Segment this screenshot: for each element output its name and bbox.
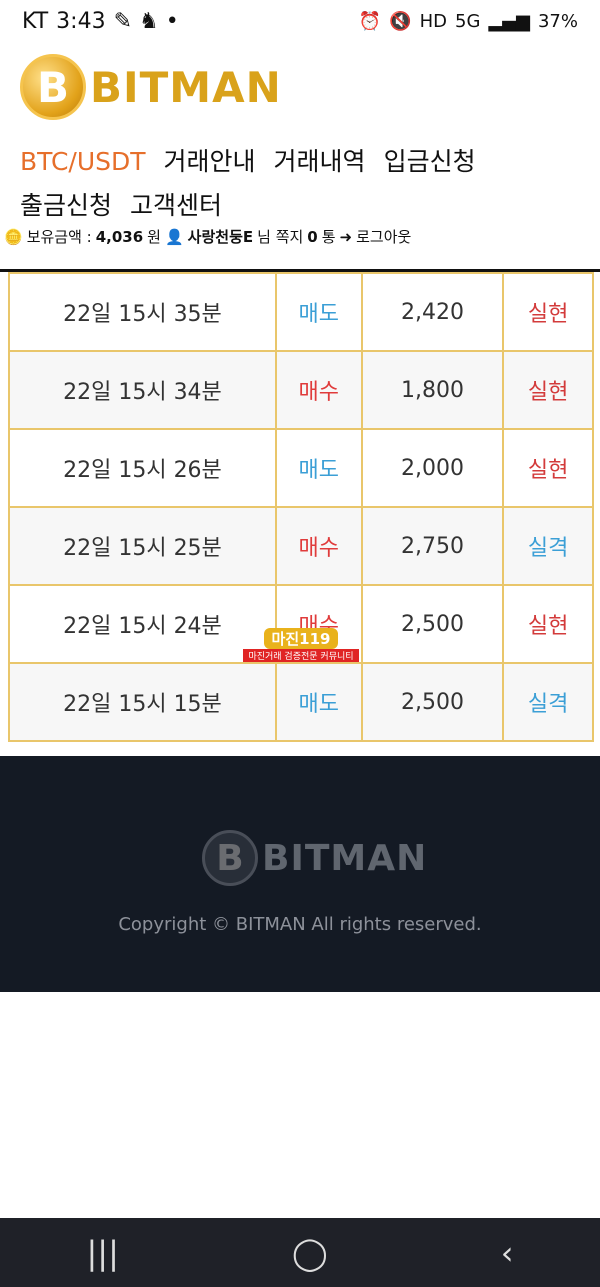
clock: 3:43 <box>56 8 106 34</box>
logout-icon: ➜ <box>339 227 353 246</box>
trade-amount: 2,000 <box>360 428 505 508</box>
balance-label: 보유금액 : <box>26 228 92 246</box>
table-row: 22일 15시 15분 매도 2,500 실격 <box>8 662 594 742</box>
brand-name: BITMAN <box>90 62 282 112</box>
footer: B BITMAN Copyright © BITMAN All rights r… <box>0 756 600 992</box>
battery-level: 37% <box>537 10 578 32</box>
nav-support[interactable]: 고객센터 <box>130 184 222 228</box>
nav-btc-usdt[interactable]: BTC/USDT <box>20 140 146 184</box>
trade-result: 실현 <box>502 428 594 508</box>
hd-badge: HD <box>419 10 448 32</box>
trade-amount: 2,750 <box>360 506 505 586</box>
nav-withdraw[interactable]: 출금신청 <box>20 184 112 228</box>
trade-type: 매수 <box>274 506 363 586</box>
main-nav: BTC/USDT 거래안내 거래내역 입금신청출금신청 고객센터 <box>20 140 585 228</box>
logout-link[interactable]: 로그아웃 <box>356 226 411 247</box>
recent-apps-icon[interactable]: ||| <box>87 1234 119 1272</box>
network-badge: 5G <box>455 10 481 32</box>
trade-amount: 1,800 <box>360 350 505 430</box>
mute-icon: 🔇 <box>389 10 412 32</box>
trade-time: 22일 15시 25분 <box>8 506 277 586</box>
trade-amount: 2,500 <box>360 584 505 664</box>
trade-type: 매도 <box>274 662 363 742</box>
copyright: Copyright © BITMAN All rights reserved. <box>118 914 482 935</box>
header: B BITMAN BTC/USDT 거래안내 거래내역 입금신청출금신청 고객센터 🪙 … <box>0 42 600 272</box>
footer-logo: B BITMAN <box>202 830 427 886</box>
trade-amount: 2,500 <box>360 662 505 742</box>
currency-label: 원 <box>147 228 161 246</box>
trade-type: 매도 <box>274 428 363 508</box>
trade-time: 22일 15시 35분 <box>8 272 277 352</box>
nav-trade-history[interactable]: 거래내역 <box>274 140 366 184</box>
trade-time: 22일 15시 15분 <box>8 662 277 742</box>
trade-amount: 2,420 <box>360 272 505 352</box>
notification-icon: ✎ ♞ • <box>113 8 179 34</box>
brand-logo[interactable]: B BITMAN <box>20 54 282 120</box>
message-label: 님 쪽지 <box>257 228 304 246</box>
table-row: 22일 15시 34분 매수 1,800 실현 <box>8 350 594 430</box>
watermark-caption: 마진거래 검증전문 커뮤니티 <box>243 649 359 662</box>
table-row: 22일 15시 26분 매도 2,000 실현 <box>8 428 594 508</box>
message-unit: 통 <box>321 228 336 246</box>
home-icon[interactable]: ◯ <box>292 1234 328 1272</box>
username: 사랑천둥E <box>187 228 254 246</box>
system-navigation: ||| ◯ ‹ <box>0 1218 600 1287</box>
trade-result: 실현 <box>502 584 594 664</box>
nav-deposit[interactable]: 입금신청 <box>384 140 476 184</box>
trade-result: 실격 <box>502 662 594 742</box>
trade-result: 실현 <box>502 350 594 430</box>
footer-brand: BITMAN <box>262 837 428 879</box>
trade-result: 실현 <box>502 272 594 352</box>
nav-trade-guide[interactable]: 거래안내 <box>164 140 256 184</box>
trade-history-table: 22일 15시 35분 매도 2,420 실현 22일 15시 34분 매수 1… <box>8 272 594 742</box>
bitcoin-icon: B <box>20 54 86 120</box>
user-bar: 🪙 보유금액 : 4,036 원 👤 사랑천둥E 님 쪽지 0 통 ➜ 로그아웃 <box>4 226 596 247</box>
signal-icon: ▂▄▆ <box>488 10 530 32</box>
trade-type: 매도 <box>274 272 363 352</box>
alarm-icon: ⏰ <box>358 10 382 32</box>
message-count[interactable]: 0 <box>307 228 317 246</box>
user-icon: 👤 <box>164 227 184 246</box>
table-row: 22일 15시 25분 매수 2,750 실격 <box>8 506 594 586</box>
carrier: KT <box>22 8 49 34</box>
watermark: 마진119 마진거래 검증전문 커뮤니티 <box>236 628 366 662</box>
trade-time: 22일 15시 26분 <box>8 428 277 508</box>
trade-type: 매수 <box>274 350 363 430</box>
balance-value: 4,036 <box>95 227 144 246</box>
watermark-title: 마진119 <box>263 628 339 649</box>
coins-icon: 🪙 <box>4 227 23 246</box>
bitcoin-icon: B <box>202 830 258 886</box>
table-row: 22일 15시 35분 매도 2,420 실현 <box>8 272 594 352</box>
trade-time: 22일 15시 34분 <box>8 350 277 430</box>
trade-result: 실격 <box>502 506 594 586</box>
back-icon[interactable]: ‹ <box>501 1234 514 1272</box>
status-bar: KT 3:43 ✎ ♞ • ⏰ 🔇 HD 5G ▂▄▆ 37% <box>0 0 600 42</box>
